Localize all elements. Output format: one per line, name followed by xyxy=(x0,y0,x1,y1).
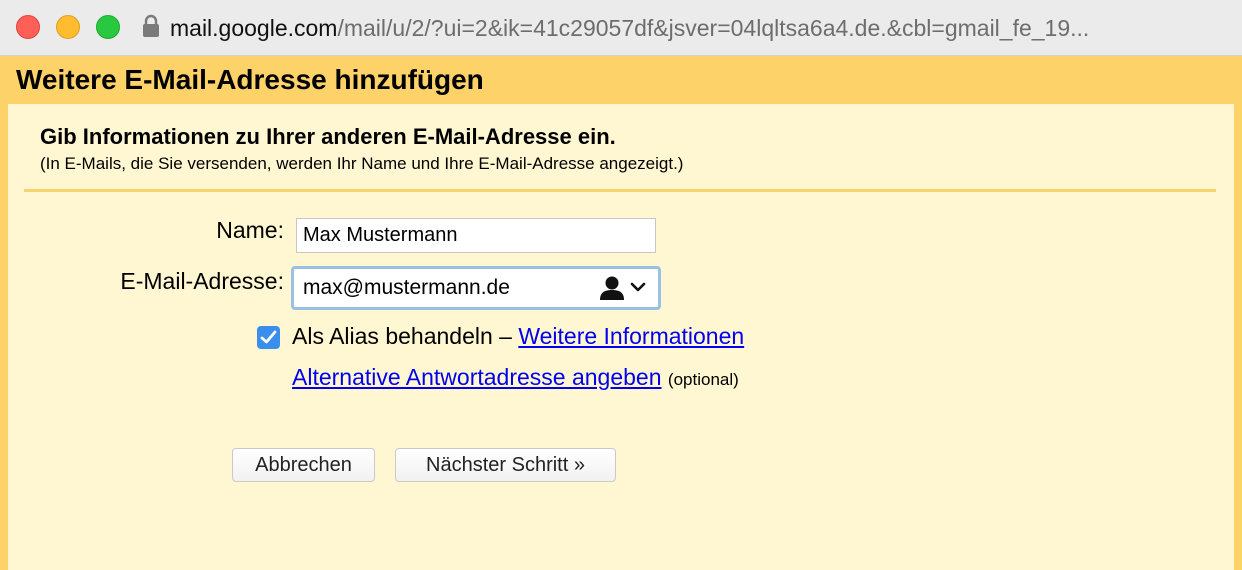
reply-address-link[interactable]: Alternative Antwortadresse angeben xyxy=(292,364,662,390)
zoom-window-button[interactable] xyxy=(96,15,120,39)
alias-label: Als Alias behandeln – xyxy=(292,323,519,349)
form-heading: Gib Informationen zu Ihrer anderen E-Mai… xyxy=(40,124,616,149)
alias-checkbox[interactable] xyxy=(257,326,280,349)
checkmark-icon xyxy=(260,330,277,344)
email-label: E-Mail-Adresse: xyxy=(120,268,284,294)
address-bar[interactable]: mail.google.com/mail/u/2/?ui=2&ik=41c290… xyxy=(170,12,1200,44)
close-window-button[interactable] xyxy=(16,15,40,39)
alias-row: Als Alias behandeln – Weitere Informatio… xyxy=(292,323,744,350)
lock-icon xyxy=(143,14,159,37)
url-domain: mail.google.com xyxy=(170,15,338,41)
optional-hint: (optional) xyxy=(667,370,739,389)
url-path: /mail/u/2/?ui=2&ik=41c29057df&jsver=04lq… xyxy=(337,15,1090,41)
name-input[interactable] xyxy=(296,218,656,253)
chevron-down-icon[interactable] xyxy=(630,280,646,294)
form-subheading: (In E-Mails, die Sie versenden, werden I… xyxy=(40,154,684,173)
person-icon[interactable] xyxy=(599,275,627,301)
cancel-button[interactable]: Abbrechen xyxy=(232,448,375,482)
email-input[interactable] xyxy=(297,272,609,304)
browser-titlebar: mail.google.com/mail/u/2/?ui=2&ik=41c290… xyxy=(0,0,1242,56)
name-label: Name: xyxy=(216,217,284,243)
dialog-panel: Gib Informationen zu Ihrer anderen E-Mai… xyxy=(8,104,1234,570)
more-info-link[interactable]: Weitere Informationen xyxy=(518,323,744,349)
minimize-window-button[interactable] xyxy=(56,15,80,39)
divider xyxy=(24,189,1216,192)
dialog-title: Weitere E-Mail-Adresse hinzufügen xyxy=(16,64,484,95)
next-step-button[interactable]: Nächster Schritt » xyxy=(395,448,616,482)
reply-address-row: Alternative Antwortadresse angeben (opti… xyxy=(292,364,739,391)
email-field[interactable] xyxy=(291,266,661,310)
